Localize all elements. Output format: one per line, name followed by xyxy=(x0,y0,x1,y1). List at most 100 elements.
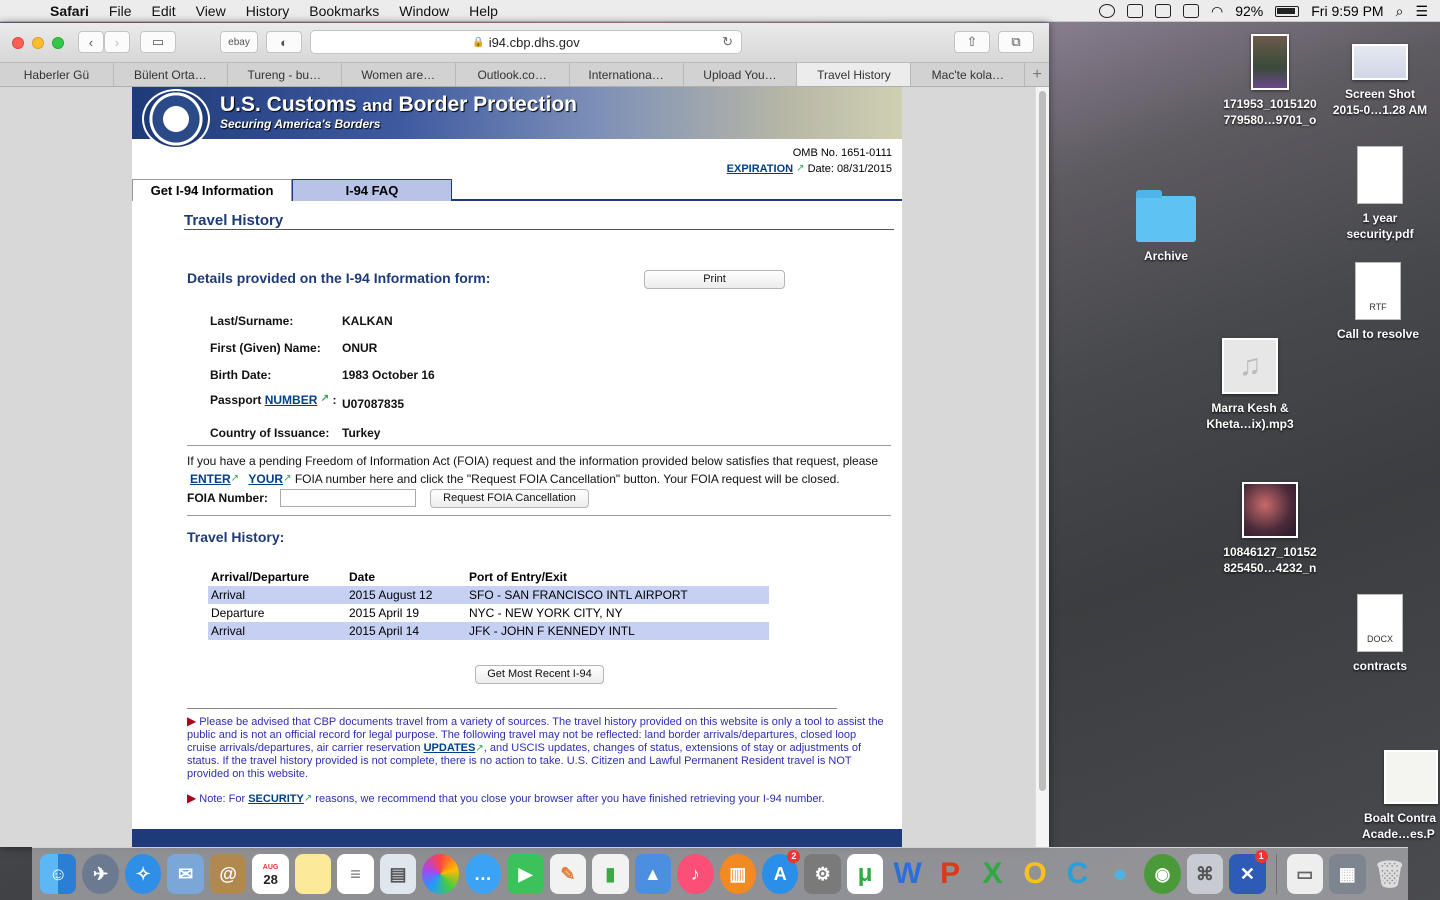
tab-haberler[interactable]: Haberler Gü xyxy=(0,63,114,86)
foia-enter-link[interactable]: ENTER xyxy=(190,472,231,486)
airplay-icon[interactable] xyxy=(1182,4,1199,18)
menu-safari[interactable]: Safari xyxy=(40,3,99,19)
documents-stack-icon[interactable]: ▭ xyxy=(1286,854,1324,894)
shield-status-icon[interactable] xyxy=(1126,4,1143,18)
favorite-ebay-button[interactable]: ebay xyxy=(220,31,258,53)
trash-icon[interactable]: 🗑 xyxy=(1372,854,1408,894)
expiration-link[interactable]: EXPIRATION xyxy=(727,163,793,175)
extension-button[interactable]: ◐ xyxy=(266,31,302,53)
back-button[interactable]: ‹ xyxy=(78,31,104,53)
photos-icon[interactable] xyxy=(422,854,459,894)
downloads-stack-icon[interactable]: ▦ xyxy=(1329,854,1366,894)
excel-icon[interactable]: X xyxy=(974,854,1010,894)
minimize-window-button[interactable] xyxy=(32,36,44,49)
address-bar[interactable]: 🔒 i94.cbp.dhs.gov ↻ xyxy=(310,30,742,54)
notes-icon[interactable] xyxy=(294,854,332,894)
document-thumbnail-icon xyxy=(1384,750,1438,804)
numbers-icon[interactable]: ▮ xyxy=(592,854,629,894)
tab-get-i94-information[interactable]: Get I-94 Information xyxy=(132,179,292,201)
network-utility-icon[interactable]: ◉ xyxy=(1144,854,1181,894)
messenger-icon[interactable]: ☻ xyxy=(1102,854,1138,894)
ibooks-icon[interactable]: ▥ xyxy=(719,854,756,894)
share-button[interactable]: ⇧ xyxy=(954,31,990,53)
keynote-icon[interactable]: ▲ xyxy=(634,854,672,894)
menu-help[interactable]: Help xyxy=(459,3,508,19)
foia-number-input[interactable] xyxy=(280,489,416,507)
request-foia-cancellation-button[interactable]: Request FOIA Cancellation xyxy=(430,489,589,508)
tab-outlook[interactable]: Outlook.co… xyxy=(456,63,570,86)
get-most-recent-i94-button[interactable]: Get Most Recent I-94 xyxy=(475,665,604,684)
new-tab-button[interactable]: + xyxy=(1025,63,1049,86)
scrollbar-thumb[interactable] xyxy=(1039,91,1046,791)
sidebar-button[interactable]: ▭ xyxy=(140,31,176,53)
launchpad-icon[interactable]: ✈ xyxy=(82,854,119,894)
travel-history-table: Arrival/Departure Date Port of Entry/Exi… xyxy=(208,568,769,640)
menu-file[interactable]: File xyxy=(99,3,142,19)
word-icon[interactable]: W xyxy=(889,854,925,894)
reminders-icon[interactable]: ≡ xyxy=(337,854,374,894)
battery-percent[interactable]: 92% xyxy=(1235,3,1263,19)
forward-button[interactable]: › xyxy=(104,31,130,53)
divider xyxy=(187,708,837,709)
outlook-icon[interactable]: O xyxy=(1017,854,1053,894)
system-preferences-icon[interactable]: ⚙ xyxy=(804,854,841,894)
desktop-icon-pdf[interactable]: 1 year security.pdf xyxy=(1328,146,1432,242)
tab-i94-faq[interactable]: I-94 FAQ xyxy=(292,179,452,201)
pages-icon[interactable]: ✎ xyxy=(549,854,587,894)
tab-travel-history[interactable]: Travel History xyxy=(797,63,912,86)
mail-icon[interactable]: ✉ xyxy=(167,854,204,894)
utorrent-icon[interactable]: μ xyxy=(846,854,884,894)
transfer-status-icon[interactable] xyxy=(1154,4,1171,18)
migration-icon[interactable]: ⌘ xyxy=(1186,854,1224,894)
calendar-icon[interactable]: AUG 28 xyxy=(252,854,289,894)
safari-icon[interactable]: ✧ xyxy=(124,854,162,894)
mail-app-icon[interactable]: ✕ 1 xyxy=(1229,850,1268,894)
battery-icon[interactable] xyxy=(1275,5,1300,17)
passport-number-link[interactable]: NUMBER xyxy=(265,393,318,407)
menu-edit[interactable]: Edit xyxy=(141,3,185,19)
updates-link[interactable]: UPDATES xyxy=(424,742,476,754)
desktop-icon-boalt[interactable]: Boalt Contra Acade…es.P xyxy=(1356,750,1440,842)
menu-window[interactable]: Window xyxy=(389,3,459,19)
spotlight-search-icon[interactable]: ⌕ xyxy=(1396,3,1404,20)
fullscreen-window-button[interactable] xyxy=(52,36,64,49)
facetime-icon[interactable]: ▶ xyxy=(507,854,544,894)
desktop-icon-rtf[interactable]: RTF Call to resolve xyxy=(1326,262,1430,342)
app-store-icon[interactable]: A2 xyxy=(761,850,801,894)
tab-upload[interactable]: Upload You… xyxy=(684,63,798,86)
powerpoint-icon[interactable]: P xyxy=(932,854,968,894)
status-icon-1[interactable] xyxy=(1098,4,1115,18)
preview-icon[interactable]: ▤ xyxy=(379,854,417,894)
reload-icon[interactable]: ↻ xyxy=(722,34,733,50)
foia-your-link[interactable]: YOUR xyxy=(248,472,283,486)
desktop-icon-photo-2[interactable]: 10846127_10152 825450…4232_n xyxy=(1218,482,1322,576)
table-cell: Arrival xyxy=(208,586,346,604)
lync-icon[interactable]: C xyxy=(1059,854,1095,894)
tab-international[interactable]: Internationa… xyxy=(570,63,684,86)
desktop-icon-archive[interactable]: Archive xyxy=(1120,190,1212,264)
security-link[interactable]: SECURITY xyxy=(248,793,304,805)
tab-macte[interactable]: Mac'te kola… xyxy=(911,63,1026,86)
close-window-button[interactable] xyxy=(12,36,24,49)
desktop-icon-photo-1[interactable]: 171953_1015120 779580…9701_o xyxy=(1218,34,1322,128)
menu-view[interactable]: View xyxy=(186,3,236,19)
tab-tureng[interactable]: Tureng - bu… xyxy=(228,63,342,86)
vertical-scrollbar[interactable] xyxy=(1035,87,1049,847)
tab-women[interactable]: Women are… xyxy=(342,63,456,86)
desktop-icon-screenshot[interactable]: Screen Shot 2015-0…1.28 AM xyxy=(1328,44,1432,118)
itunes-icon[interactable]: ♪ xyxy=(677,854,714,894)
menu-bookmarks[interactable]: Bookmarks xyxy=(299,3,389,19)
tab-overview-button[interactable]: ⧉ xyxy=(998,31,1034,53)
contacts-icon[interactable]: @ xyxy=(209,854,247,894)
finder-icon[interactable]: ☺ xyxy=(40,854,77,894)
menubar-clock[interactable]: Fri 9:59 PM xyxy=(1311,3,1383,19)
tab-bulent[interactable]: Bülent Orta… xyxy=(114,63,228,86)
desktop-icon-mp3[interactable]: ♫ Marra Kesh & Kheta…ix).mp3 xyxy=(1198,338,1302,432)
menu-history[interactable]: History xyxy=(236,3,300,19)
messages-icon[interactable]: … xyxy=(464,854,502,894)
notification-center-icon[interactable]: ☰ xyxy=(1415,3,1428,20)
country-label: Country of Issuance: xyxy=(210,426,330,440)
desktop-icon-docx[interactable]: DOCX contracts xyxy=(1330,594,1430,674)
print-button[interactable]: Print xyxy=(644,270,785,289)
wifi-icon[interactable]: ◠ xyxy=(1211,3,1223,20)
